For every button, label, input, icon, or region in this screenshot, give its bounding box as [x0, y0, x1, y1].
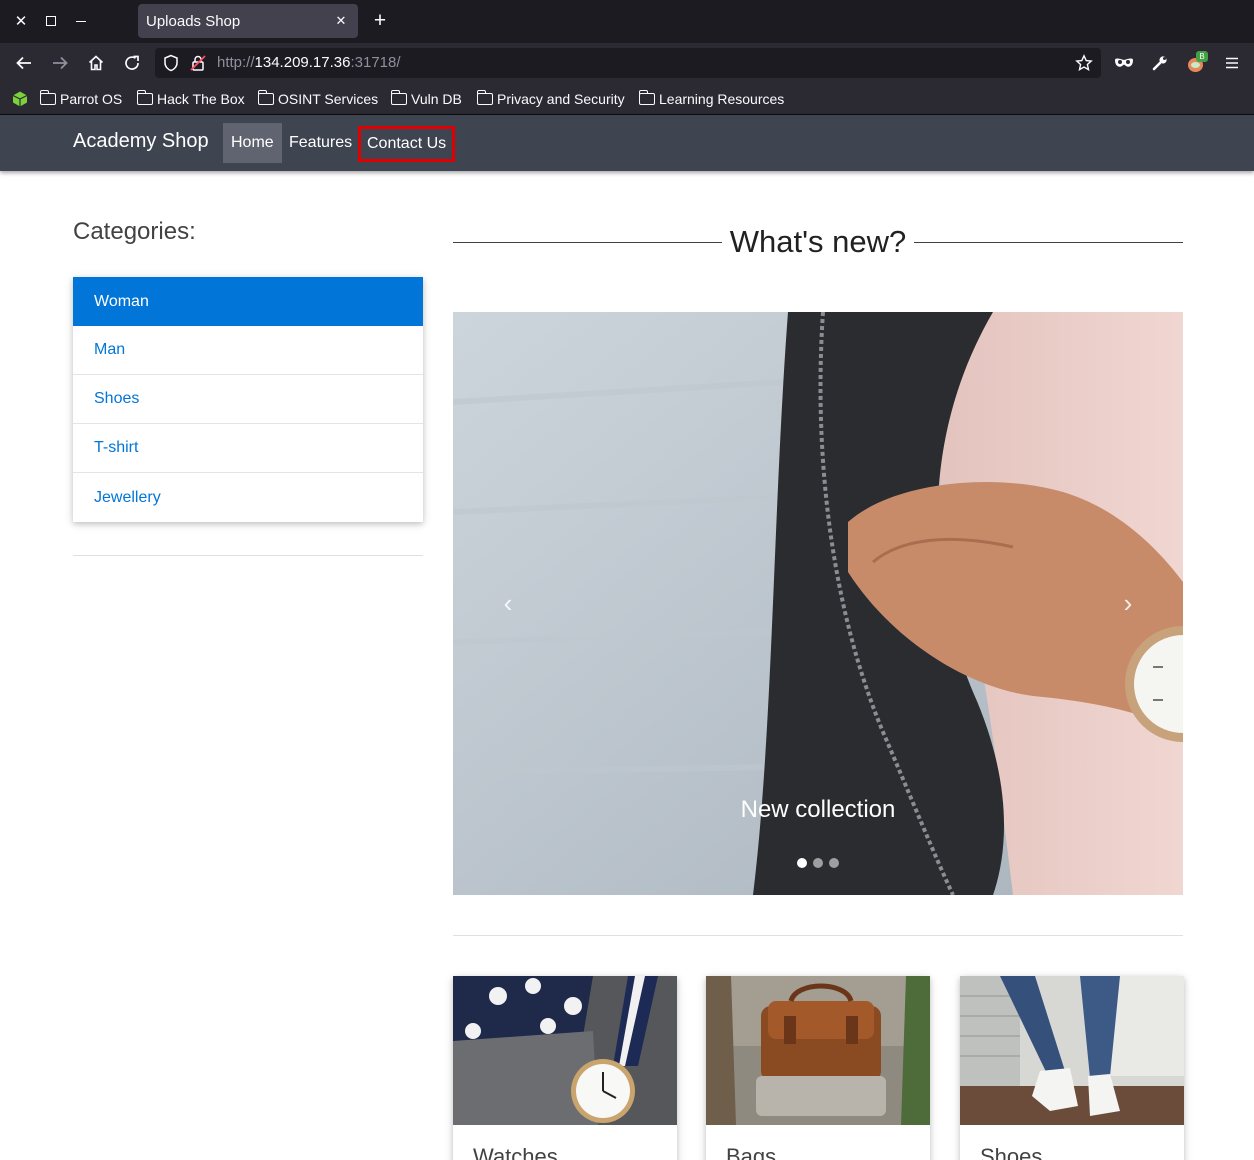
back-icon[interactable] — [13, 52, 35, 74]
carousel-next-icon[interactable]: › — [1118, 588, 1138, 618]
tab-close-icon[interactable]: ✕ — [332, 11, 350, 31]
bookmark-label: Learning Resources — [659, 91, 785, 107]
category-man[interactable]: Man — [73, 326, 423, 375]
whats-new-heading: What's new? — [729, 224, 907, 259]
category-t-shirt[interactable]: T-shirt — [73, 424, 423, 473]
content-divider — [453, 935, 1183, 936]
url-bar[interactable]: http://134.209.17.36:31718/ — [155, 48, 1101, 78]
reload-icon[interactable] — [121, 52, 143, 74]
window-minimize-icon[interactable] — [70, 10, 92, 32]
category-shoes[interactable]: Shoes — [73, 375, 423, 424]
bags-image — [706, 976, 930, 1125]
extension-icon[interactable]: B — [1185, 51, 1208, 74]
bookmark-label: Parrot OS — [60, 91, 123, 107]
sidebar-divider — [73, 555, 423, 556]
bookmark-label: Privacy and Security — [497, 91, 625, 107]
extension-badge: B — [1196, 51, 1208, 62]
nav-features[interactable]: Features — [281, 123, 360, 163]
heading-rule-left — [453, 242, 722, 243]
bookmark-learning-resources[interactable]: Learning Resources — [638, 90, 785, 108]
parrot-cube-icon[interactable] — [9, 88, 31, 110]
site-brand[interactable]: Academy Shop — [73, 130, 209, 153]
category-woman[interactable]: Woman — [73, 277, 423, 326]
watches-image — [453, 976, 677, 1125]
bookmark-hack-the-box[interactable]: Hack The Box — [136, 90, 245, 108]
new-tab-icon[interactable]: + — [369, 9, 391, 32]
private-mask-icon[interactable] — [1113, 52, 1135, 74]
nav-contact-us[interactable]: Contact Us — [358, 126, 456, 162]
browser-tab[interactable]: Uploads Shop ✕ — [138, 4, 358, 38]
carousel-caption: New collection — [740, 796, 896, 823]
window-close-icon[interactable]: ✕ — [10, 10, 32, 32]
menu-icon[interactable] — [1221, 52, 1243, 74]
bookmark-label: Hack The Box — [157, 91, 245, 107]
folder-icon — [638, 90, 655, 105]
product-card-watches[interactable]: Watches — [453, 976, 677, 1160]
card-title[interactable]: Watches — [473, 1144, 558, 1160]
categories-list: Woman Man Shoes T-shirt Jewellery — [73, 277, 423, 522]
categories-heading: Categories: — [73, 218, 196, 245]
folder-icon — [136, 90, 153, 105]
bookmark-privacy-and-security[interactable]: Privacy and Security — [476, 90, 625, 108]
site-navbar: Academy Shop Home Features Contact Us — [0, 115, 1254, 171]
card-title[interactable]: Shoes — [980, 1144, 1042, 1160]
folder-icon — [476, 90, 493, 105]
folder-icon — [39, 90, 56, 105]
url-text: http://134.209.17.36:31718/ — [217, 54, 401, 71]
carousel-indicator-1[interactable] — [797, 858, 807, 868]
folder-icon — [390, 90, 407, 105]
bookmark-label: Vuln DB — [411, 91, 462, 107]
home-icon[interactable] — [85, 52, 107, 74]
bookmark-star-icon[interactable] — [1073, 52, 1095, 74]
browser-tab-bar: ✕ Uploads Shop ✕ + — [0, 0, 1254, 43]
url-scheme: http:// — [217, 54, 255, 71]
carousel-indicators — [797, 858, 839, 868]
nav-home[interactable]: Home — [223, 123, 282, 163]
product-card-bags[interactable]: Bags — [706, 976, 930, 1160]
bookmarks-bar: Parrot OS Hack The Box OSINT Services Vu… — [0, 83, 1254, 115]
browser-toolbar: http://134.209.17.36:31718/ B — [0, 43, 1254, 83]
bookmark-osint-services[interactable]: OSINT Services — [257, 90, 379, 108]
insecure-lock-icon[interactable] — [187, 52, 209, 74]
carousel-indicator-3[interactable] — [829, 858, 839, 868]
product-card-shoes[interactable]: Shoes — [960, 976, 1184, 1160]
bookmark-vuln-db[interactable]: Vuln DB — [390, 90, 462, 108]
window-maximize-icon[interactable] — [40, 10, 62, 32]
category-jewellery[interactable]: Jewellery — [73, 473, 423, 522]
wrench-icon[interactable] — [1149, 52, 1171, 74]
carousel-indicator-2[interactable] — [813, 858, 823, 868]
shoes-image — [960, 976, 1184, 1125]
carousel-prev-icon[interactable]: ‹ — [498, 588, 518, 618]
bookmark-label: OSINT Services — [278, 91, 379, 107]
folder-icon — [257, 90, 274, 105]
tab-title: Uploads Shop — [146, 12, 241, 30]
url-host: 134.209.17.36 — [254, 54, 351, 71]
carousel[interactable]: ‹ › New collection — [453, 312, 1183, 895]
url-port: :31718/ — [350, 54, 401, 71]
forward-icon[interactable] — [49, 52, 71, 74]
shield-icon[interactable] — [160, 52, 182, 74]
bookmark-parrot-os[interactable]: Parrot OS — [39, 90, 123, 108]
card-title[interactable]: Bags — [726, 1144, 776, 1160]
heading-rule-right — [914, 242, 1183, 243]
